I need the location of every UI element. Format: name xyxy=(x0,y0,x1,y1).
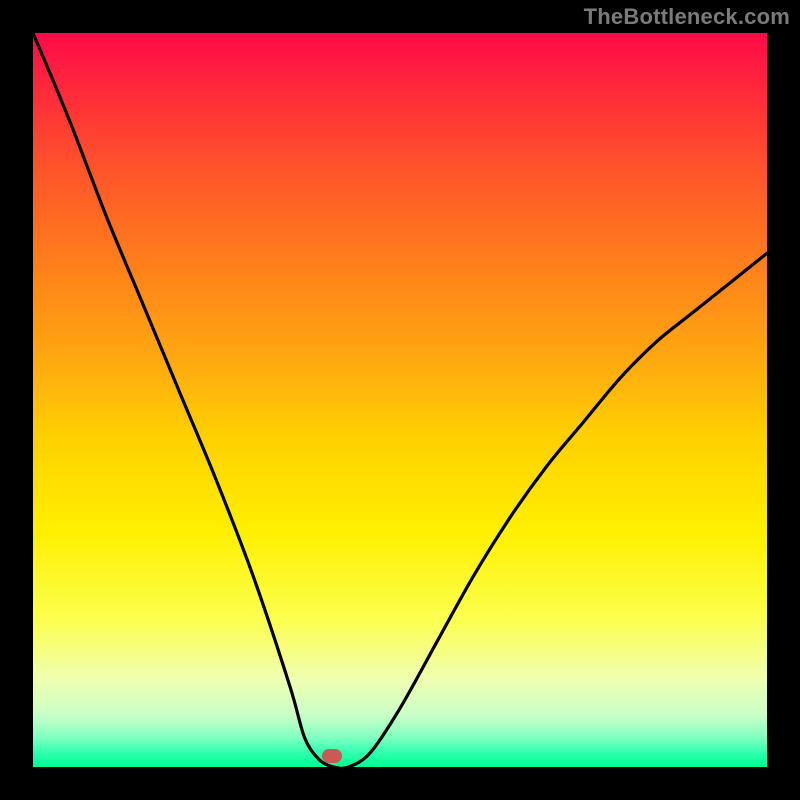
bottleneck-curve xyxy=(33,33,767,767)
optimal-point-marker xyxy=(322,749,342,763)
watermark-text: TheBottleneck.com xyxy=(584,4,790,30)
chart-plot-area xyxy=(33,33,767,767)
